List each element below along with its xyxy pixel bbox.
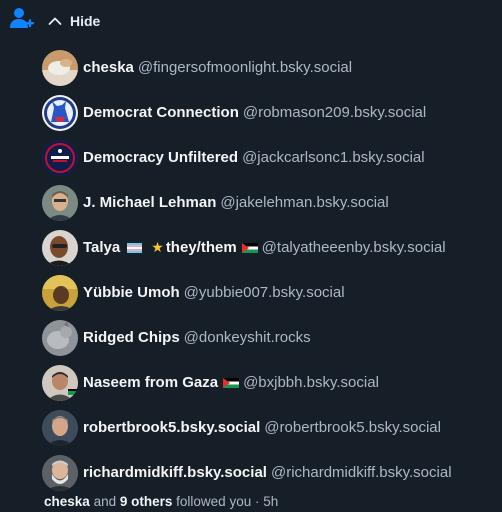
avatar[interactable] bbox=[42, 184, 78, 221]
handle[interactable]: @bxjbbh.bsky.social bbox=[243, 374, 379, 391]
person-plus-icon bbox=[10, 8, 34, 28]
handle[interactable]: @talyatheeenby.bsky.social bbox=[262, 239, 446, 256]
notification-summary: cheska and 9 others followed you · 5h bbox=[44, 494, 278, 509]
display-name[interactable]: Democracy Unfiltered bbox=[83, 149, 238, 166]
avatar[interactable] bbox=[42, 319, 78, 356]
handle[interactable]: @jakelehman.bsky.social bbox=[220, 194, 388, 211]
avatar[interactable] bbox=[42, 139, 78, 176]
transgender-flag-icon bbox=[127, 242, 143, 253]
follower-row[interactable]: cheska @fingersofmoonlight.bsky.social bbox=[42, 45, 502, 90]
avatar[interactable] bbox=[42, 94, 78, 131]
follower-row[interactable]: Talya ★ they/them @talyatheeenby.bsky.so… bbox=[42, 225, 502, 270]
handle[interactable]: @jackcarlsonc1.bsky.social bbox=[242, 149, 425, 166]
display-name[interactable]: Naseem from Gaza bbox=[83, 374, 218, 391]
display-name[interactable]: cheska bbox=[83, 59, 134, 76]
handle[interactable]: @robertbrook5.bsky.social bbox=[264, 419, 441, 436]
avatar[interactable] bbox=[42, 454, 78, 491]
handle[interactable]: @robmason209.bsky.social bbox=[243, 104, 426, 121]
follower-row[interactable]: Democracy Unfiltered @jackcarlsonc1.bsky… bbox=[42, 135, 502, 180]
hide-label: Hide bbox=[70, 13, 101, 29]
follower-row[interactable]: richardmidkiff.bsky.social @richardmidki… bbox=[42, 450, 502, 495]
notification-header: Hide bbox=[0, 0, 502, 40]
follower-row[interactable]: J. Michael Lehman @jakelehman.bsky.socia… bbox=[42, 180, 502, 225]
display-name[interactable]: richardmidkiff.bsky.social bbox=[83, 464, 267, 481]
timestamp: 5h bbox=[263, 494, 279, 509]
avatar[interactable] bbox=[42, 229, 78, 266]
follower-list: cheska @fingersofmoonlight.bsky.social D… bbox=[42, 45, 502, 495]
palestine-flag-icon bbox=[223, 377, 240, 388]
display-name[interactable]: Ridged Chips bbox=[83, 329, 180, 346]
display-name[interactable]: J. Michael Lehman bbox=[83, 194, 216, 211]
separator: · bbox=[254, 494, 260, 509]
avatar[interactable] bbox=[42, 409, 78, 446]
avatar[interactable] bbox=[42, 49, 78, 86]
follower-row[interactable]: Naseem from Gaza @bxjbbh.bsky.social bbox=[42, 360, 502, 405]
follower-row[interactable]: Yübbie Umoh @yubbie007.bsky.social bbox=[42, 270, 502, 315]
and-text: and bbox=[93, 494, 117, 509]
avatar[interactable] bbox=[42, 274, 78, 311]
handle[interactable]: @fingersofmoonlight.bsky.social bbox=[138, 59, 352, 76]
avatar[interactable] bbox=[42, 364, 78, 401]
handle[interactable]: @yubbie007.bsky.social bbox=[184, 284, 345, 301]
follower-row[interactable]: Democrat Connection @robmason209.bsky.so… bbox=[42, 90, 502, 135]
first-follower-name[interactable]: cheska bbox=[44, 494, 90, 509]
star-icon: ★ bbox=[151, 239, 164, 255]
display-name[interactable]: robertbrook5.bsky.social bbox=[83, 419, 260, 436]
handle[interactable]: @richardmidkiff.bsky.social bbox=[271, 464, 452, 481]
display-name-pronouns[interactable]: they/them bbox=[166, 239, 237, 256]
action-text: followed you bbox=[176, 494, 252, 509]
chevron-up-icon bbox=[48, 17, 62, 25]
display-name[interactable]: Democrat Connection bbox=[83, 104, 239, 121]
display-name[interactable]: Yübbie Umoh bbox=[83, 284, 180, 301]
hide-button[interactable]: Hide bbox=[47, 10, 100, 32]
palestine-flag-icon bbox=[241, 242, 258, 253]
follower-row[interactable]: robertbrook5.bsky.social @robertbrook5.b… bbox=[42, 405, 502, 450]
display-name[interactable]: Talya bbox=[83, 239, 120, 256]
others-count[interactable]: 9 others bbox=[120, 494, 173, 509]
follow-notification: Hide cheska @fingersofmoonlight.bsky.soc… bbox=[0, 0, 502, 512]
follower-row[interactable]: Ridged Chips @donkeyshit.rocks bbox=[42, 315, 502, 360]
handle[interactable]: @donkeyshit.rocks bbox=[184, 329, 311, 346]
